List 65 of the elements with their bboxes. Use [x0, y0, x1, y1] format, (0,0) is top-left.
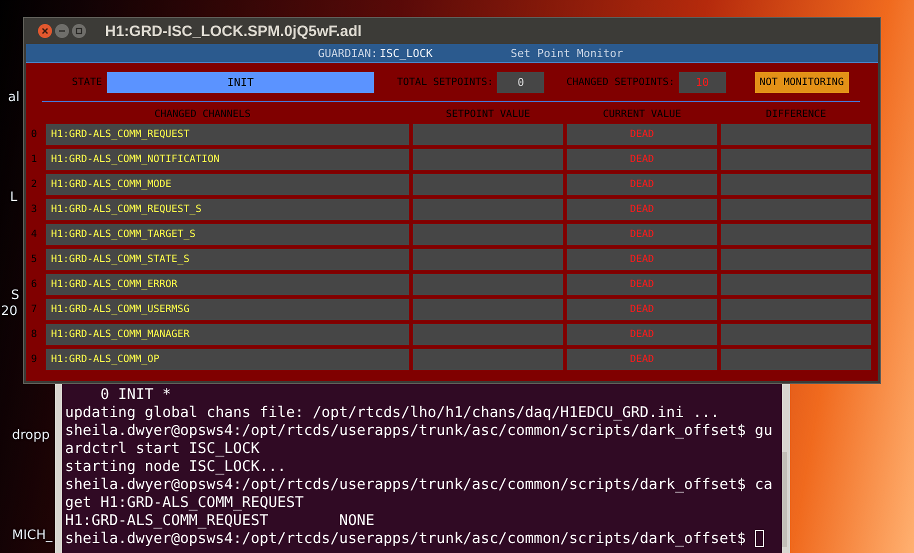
current-value-cell: DEAD [567, 324, 717, 345]
channel-cell: H1:GRD-ALS_COMM_REQUEST [46, 124, 409, 145]
text-cursor [754, 530, 764, 547]
state-value: INIT [107, 72, 374, 93]
desktop-icon-label[interactable]: 20 [1, 304, 18, 319]
column-header: SETPOINT VALUE [444, 108, 532, 120]
desktop-icon-label[interactable]: MICH_ [12, 528, 52, 543]
state-label: STATE [70, 77, 102, 88]
row-index: 2 [30, 178, 38, 192]
window-title: H1:GRD-ISC_LOCK.SPM.0jQ5wF.adl [105, 22, 362, 40]
channel-cell: H1:GRD-ALS_COMM_REQUEST_S [46, 199, 409, 220]
desktop-icon-label[interactable]: S [11, 288, 20, 303]
desktop-icon-label[interactable]: dropp [12, 428, 50, 443]
terminal-line: 0 INIT * [99, 386, 172, 403]
terminal-line: updating global chans file: /opt/rtcds/lho/h1/chans/daq/H1EDCU_GRD.ini ... [65, 404, 720, 421]
guardian-label: GUARDIAN: [318, 46, 378, 60]
guardian-name: ISC_LOCK [380, 46, 433, 60]
terminal-line: ardctrl start ISC_LOCK [65, 440, 260, 457]
close-icon[interactable] [38, 24, 52, 38]
channel-cell: H1:GRD-ALS_COMM_MANAGER [46, 324, 409, 345]
column-header: DIFFERENCE [764, 108, 828, 120]
current-value-cell: DEAD [567, 224, 717, 245]
maximize-icon[interactable] [72, 24, 86, 38]
current-value-cell: DEAD [567, 299, 717, 320]
total-setpoints-label: TOTAL SETPOINTS: [397, 77, 494, 88]
row-index: 0 [30, 128, 38, 142]
changed-setpoints-value: 10 [678, 72, 726, 93]
channel-cell: H1:GRD-ALS_COMM_OP [46, 349, 409, 370]
scrollbar[interactable] [782, 452, 787, 547]
column-header: CURRENT VALUE [602, 108, 682, 120]
current-value-cell: DEAD [567, 349, 717, 370]
row-index: 5 [30, 253, 38, 267]
current-value-cell: DEAD [567, 249, 717, 270]
current-value-cell: DEAD [567, 274, 717, 295]
terminal-line: sheila.dwyer@opsws4:/opt/rtcds/userapps/trunk/asc/common/scripts/dark_offset$ [65, 530, 747, 547]
channel-cell: H1:GRD-ALS_COMM_USERMSG [46, 299, 409, 320]
channel-cell: H1:GRD-ALS_COMM_MODE [46, 174, 409, 195]
total-setpoints-value: 0 [497, 72, 544, 93]
current-value-cell: DEAD [567, 174, 717, 195]
current-value-cell: DEAD [567, 199, 717, 220]
row-index: 9 [30, 353, 38, 367]
minimize-icon[interactable] [55, 24, 69, 38]
row-index: 8 [30, 328, 38, 342]
row-index: 3 [30, 203, 38, 217]
row-index: 4 [30, 228, 38, 242]
terminal-line: sheila.dwyer@opsws4:/opt/rtcds/userapps/trunk/asc/common/scripts/dark_offset$ gu [65, 422, 772, 439]
channel-cell: H1:GRD-ALS_COMM_NOTIFICATION [46, 149, 409, 170]
column-header: CHANGED CHANNELS [153, 108, 252, 120]
row-index: 7 [30, 303, 38, 317]
desktop-icon-label[interactable]: L [10, 190, 18, 205]
terminal-line: sheila.dwyer@opsws4:/opt/rtcds/userapps/trunk/asc/common/scripts/dark_offset$ ca [65, 476, 772, 493]
current-value-cell: DEAD [567, 124, 717, 145]
desktop-icon-label[interactable]: al [8, 90, 20, 105]
row-index: 1 [30, 153, 38, 167]
terminal-line: get H1:GRD-ALS_COMM_REQUEST [65, 494, 304, 511]
monitoring-status: NOT MONITORING [754, 72, 849, 93]
channel-cell: H1:GRD-ALS_COMM_ERROR [46, 274, 409, 295]
current-value-cell: DEAD [567, 149, 717, 170]
terminal-line: starting node ISC_LOCK... [65, 458, 286, 475]
channel-cell: H1:GRD-ALS_COMM_TARGET_S [46, 224, 409, 245]
row-index: 6 [30, 278, 38, 292]
terminal-line: H1:GRD-ALS_COMM_REQUEST NONE [65, 512, 374, 529]
channel-cell: H1:GRD-ALS_COMM_STATE_S [46, 249, 409, 270]
panel-subtitle: Set Point Monitor [510, 46, 624, 60]
changed-setpoints-label: CHANGED SETPOINTS: [566, 77, 675, 88]
